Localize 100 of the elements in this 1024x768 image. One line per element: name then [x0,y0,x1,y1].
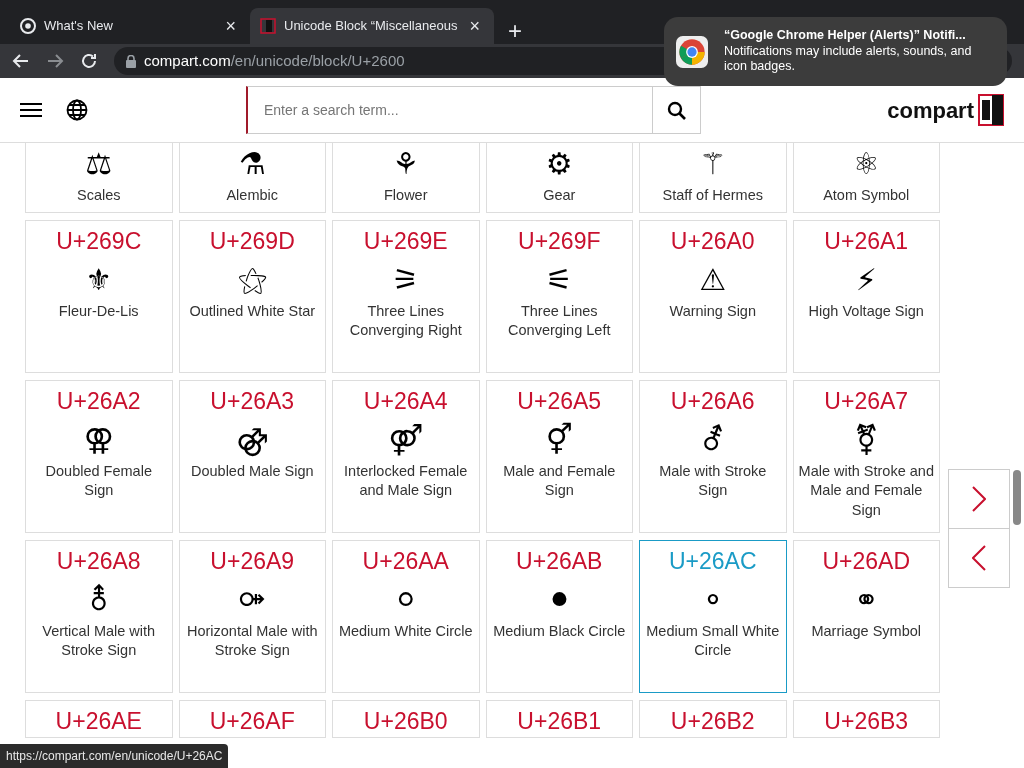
scrollbar[interactable] [1013,470,1021,525]
lock-icon [126,54,136,68]
character-card[interactable]: U+26B1 [485,700,633,738]
character-card[interactable]: ⚛ Atom Symbol [792,143,940,213]
character-code: U+26B1 [517,707,602,736]
character-card[interactable]: ⚚ Staff of Hermes [639,143,787,213]
character-glyph: ⚭ [853,580,879,619]
character-name: Alembic [226,186,279,206]
character-card[interactable]: ⚖ Scales [25,143,173,213]
character-code: U+26A4 [363,387,448,416]
character-card[interactable]: U+26A6 ⚦ Male with Stroke Sign [639,380,787,533]
character-card[interactable]: U+269E ⚞ Three Lines Converging Right [332,220,480,373]
character-card[interactable]: U+26AB ⚫ Medium Black Circle [485,540,633,693]
character-name: Male with Stroke and Male and Female Sign [797,461,935,520]
character-code: U+26A0 [670,227,755,256]
character-card[interactable]: U+26AA ⚪ Medium White Circle [332,540,480,693]
character-name: Warning Sign [669,301,756,321]
character-name: Doubled Female Sign [44,461,153,501]
search-field[interactable]: Enter a search term... [246,86,653,134]
character-glyph: ⚞ [392,260,420,299]
character-card[interactable]: U+26A5 ⚥ Male and Female Sign [485,380,633,533]
globe-icon[interactable] [66,99,88,121]
character-code: U+26A2 [56,387,141,416]
character-code: U+269E [363,227,448,256]
character-code: U+26B2 [670,707,755,736]
close-tab-button[interactable]: × [221,17,240,35]
character-card[interactable]: U+26A4 ⚤ Interlocked Female and Male Sign [332,380,480,533]
character-card[interactable]: U+26A7 ⚧ Male with Stroke and Male and Female Sign [792,380,940,533]
character-glyph: ⚣ [235,420,269,459]
back-icon[interactable] [12,52,30,70]
character-glyph: ⚧ [853,420,879,459]
character-code: U+26A3 [210,387,295,416]
character-code: U+26AC [668,547,757,576]
character-glyph: ⚠ [699,260,727,299]
character-glyph: ⚩ [239,580,265,619]
character-glyph: ⚖ [85,145,113,184]
browser-tab[interactable]: What's New × [10,8,250,44]
character-name: Vertical Male with Stroke Sign [41,621,157,661]
character-name: Staff of Hermes [662,186,763,206]
notification-banner[interactable]: “Google Chrome Helper (Alerts)” Notifi... Notifications may include alerts, sounds, and icon badges. [664,17,1007,86]
character-glyph: ⚫ [546,580,572,619]
logo-text: compart [887,96,974,125]
character-code: U+26A1 [824,227,909,256]
character-glyph: ⚗ [238,145,266,184]
character-name: Medium Small White Circle [645,621,781,661]
character-card[interactable]: U+26A9 ⚩ Horizontal Male with Stroke Sign [178,540,326,693]
character-card[interactable]: U+269F ⚟ Three Lines Converging Left [485,220,633,373]
character-glyph: ⚨ [86,580,112,619]
chevron-right-icon [972,486,986,512]
character-glyph: ⚘ [392,145,420,184]
forward-icon[interactable] [46,52,64,70]
character-glyph: ⚚ [699,145,727,184]
character-card[interactable]: U+26B0 [332,700,480,738]
character-name: Three Lines Converging Left [507,301,612,341]
character-name: Atom Symbol [823,186,910,206]
character-card[interactable]: U+26AE [25,700,173,738]
character-card[interactable]: U+26A3 ⚣ Doubled Male Sign [178,380,326,533]
character-card[interactable]: ⚘ Flower [332,143,480,213]
character-glyph: ⚪ [393,580,419,619]
character-name: High Voltage Sign [808,301,924,321]
character-card[interactable]: U+26AF [178,700,326,738]
character-card[interactable]: U+26B3 [792,700,940,738]
character-code: U+26A5 [517,387,602,416]
character-name: Fleur-De-Lis [58,301,139,321]
character-code: U+269C [56,227,142,256]
character-card[interactable]: U+26A2 ⚢ Doubled Female Sign [25,380,173,533]
character-card[interactable]: U+26B2 [639,700,787,738]
close-tab-button[interactable]: × [465,17,484,35]
character-name: Three Lines Converging Right [348,301,463,341]
character-name: Outlined White Star [189,301,316,321]
character-card[interactable]: U+26A8 ⚨ Vertical Male with Stroke Sign [25,540,173,693]
search-icon [666,100,687,121]
menu-icon[interactable] [20,102,42,118]
character-code: U+26AB [516,547,603,576]
character-card[interactable]: U+269D ⚝ Outlined White Star [178,220,326,373]
character-name: Horizontal Male with Stroke Sign [185,621,319,661]
character-name: Medium Black Circle [493,621,626,641]
character-card[interactable]: U+26AD ⚭ Marriage Symbol [792,540,940,693]
character-code: U+26A6 [670,387,755,416]
character-glyph: ⚛ [852,145,880,184]
character-card[interactable]: ⚗ Alembic [178,143,326,213]
new-tab-button[interactable]: + [501,18,528,44]
character-glyph: ⚡ [855,260,877,299]
character-card[interactable]: ⚙ Gear [485,143,633,213]
reload-icon[interactable] [80,52,98,70]
character-glyph: ⚥ [545,420,573,459]
notification-title: “Google Chrome Helper (Alerts)” Notifi... [724,28,967,44]
search-button[interactable] [653,86,701,134]
character-code: U+26B3 [824,707,909,736]
character-card[interactable]: U+26A1 ⚡ High Voltage Sign [792,220,940,373]
character-card[interactable]: U+269C ⚜ Fleur-De-Lis [25,220,173,373]
character-glyph: ⚙ [545,145,573,184]
character-code: U+269F [518,227,601,256]
browser-tab[interactable]: Unicode Block “Miscellaneous × [250,8,494,44]
character-code: U+26AD [822,547,911,576]
character-card[interactable]: U+26A0 ⚠ Warning Sign [639,220,787,373]
character-glyph: ⚜ [85,260,113,299]
character-code: U+26A7 [824,387,909,416]
status-url: https://compart.com/en/unicode/U+26AC [0,744,229,768]
character-card[interactable]: U+26AC ⚬ Medium Small White Circle [639,540,787,693]
